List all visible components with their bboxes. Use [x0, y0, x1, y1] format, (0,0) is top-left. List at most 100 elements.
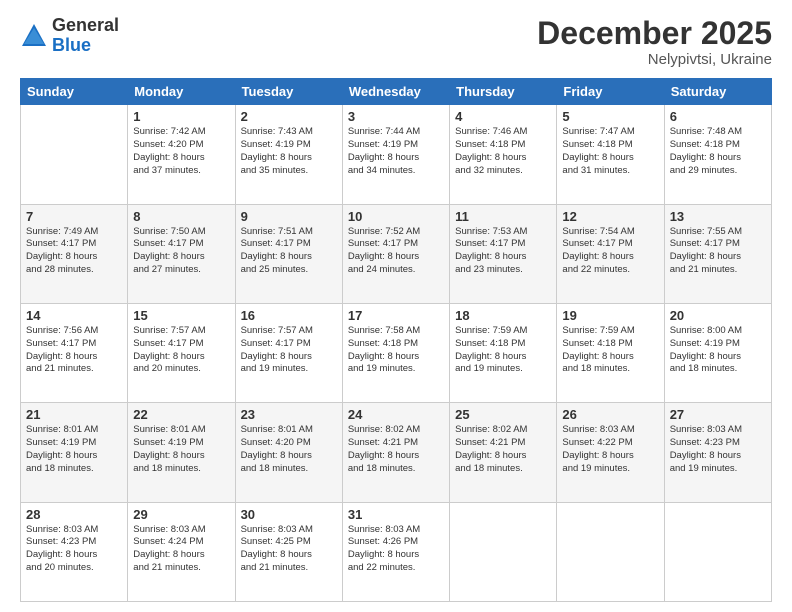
day-number: 3 — [348, 109, 444, 124]
day-info: Sunrise: 8:03 AMSunset: 4:24 PMDaylight:… — [133, 524, 229, 575]
calendar-cell: 13 Sunrise: 7:55 AMSunset: 4:17 PMDayligh… — [664, 204, 771, 303]
calendar-cell: 19Sunrise: 7:59 AMSunset: 4:18 PMDayligh… — [557, 303, 664, 402]
calendar-week-row: 14 Sunrise: 7:56 AMSunset: 4:17 PMDayligh… — [21, 303, 772, 402]
calendar-cell: 30 Sunrise: 8:03 AMSunset: 4:25 PMDayligh… — [235, 502, 342, 601]
logo-text: General Blue — [52, 16, 119, 56]
calendar-cell: 4Sunrise: 7:46 AMSunset: 4:18 PMDaylight… — [450, 105, 557, 204]
calendar-table: SundayMondayTuesdayWednesdayThursdayFrid… — [20, 78, 772, 602]
calendar-cell: 21 Sunrise: 8:01 AMSunset: 4:19 PMDayligh… — [21, 403, 128, 502]
day-info: Sunrise: 7:57 AMSunset: 4:17 PMDaylight:… — [241, 325, 337, 376]
calendar-cell: 16 Sunrise: 7:57 AMSunset: 4:17 PMDayligh… — [235, 303, 342, 402]
logo-icon — [20, 22, 48, 50]
logo-general: General — [52, 16, 119, 36]
day-info: Sunrise: 8:03 AMSunset: 4:25 PMDaylight:… — [241, 524, 337, 575]
day-info: Sunrise: 8:01 AMSunset: 4:19 PMDaylight:… — [133, 424, 229, 475]
day-number: 13 — [670, 209, 766, 224]
day-info: Sunrise: 7:52 AMSunset: 4:17 PMDaylight:… — [348, 226, 444, 277]
day-of-week-header: Saturday — [664, 79, 771, 105]
day-info: Sunrise: 7:57 AMSunset: 4:17 PMDaylight:… — [133, 325, 229, 376]
day-info: Sunrise: 7:43 AMSunset: 4:19 PMDaylight:… — [241, 126, 337, 177]
day-number: 29 — [133, 507, 229, 522]
calendar-cell: 1 Sunrise: 7:42 AMSunset: 4:20 PMDaylight… — [128, 105, 235, 204]
day-info: Sunrise: 8:01 AMSunset: 4:20 PMDaylight:… — [241, 424, 337, 475]
day-of-week-header: Friday — [557, 79, 664, 105]
day-number: 6 — [670, 109, 766, 124]
calendar-cell: 25Sunrise: 8:02 AMSunset: 4:21 PMDayligh… — [450, 403, 557, 502]
logo-blue: Blue — [52, 36, 119, 56]
month-title: December 2025 — [537, 16, 772, 51]
day-number: 11 — [455, 209, 551, 224]
day-of-week-header: Monday — [128, 79, 235, 105]
day-info: Sunrise: 7:54 AMSunset: 4:17 PMDaylight:… — [562, 226, 658, 277]
calendar-cell — [664, 502, 771, 601]
day-number: 24 — [348, 407, 444, 422]
calendar-cell: 27 Sunrise: 8:03 AMSunset: 4:23 PMDayligh… — [664, 403, 771, 502]
calendar-cell: 5 Sunrise: 7:47 AMSunset: 4:18 PMDaylight… — [557, 105, 664, 204]
day-number: 30 — [241, 507, 337, 522]
day-number: 4 — [455, 109, 551, 124]
day-info: Sunrise: 8:02 AMSunset: 4:21 PMDaylight:… — [348, 424, 444, 475]
day-info: Sunrise: 8:03 AMSunset: 4:26 PMDaylight:… — [348, 524, 444, 575]
day-info: Sunrise: 7:50 AMSunset: 4:17 PMDaylight:… — [133, 226, 229, 277]
day-number: 2 — [241, 109, 337, 124]
calendar-cell — [450, 502, 557, 601]
calendar-cell — [557, 502, 664, 601]
calendar-cell: 3Sunrise: 7:44 AMSunset: 4:19 PMDaylight… — [342, 105, 449, 204]
day-info: Sunrise: 7:49 AMSunset: 4:17 PMDaylight:… — [26, 226, 122, 277]
title-section: December 2025 Nelypivtsi, Ukraine — [537, 16, 772, 68]
day-info: Sunrise: 7:58 AMSunset: 4:18 PMDaylight:… — [348, 325, 444, 376]
calendar-cell: 29 Sunrise: 8:03 AMSunset: 4:24 PMDayligh… — [128, 502, 235, 601]
day-number: 31 — [348, 507, 444, 522]
day-number: 8 — [133, 209, 229, 224]
day-number: 21 — [26, 407, 122, 422]
calendar-cell: 22 Sunrise: 8:01 AMSunset: 4:19 PMDayligh… — [128, 403, 235, 502]
day-number: 5 — [562, 109, 658, 124]
day-info: Sunrise: 7:59 AMSunset: 4:18 PMDaylight:… — [455, 325, 551, 376]
day-number: 27 — [670, 407, 766, 422]
day-info: Sunrise: 7:56 AMSunset: 4:17 PMDaylight:… — [26, 325, 122, 376]
calendar-cell: 7 Sunrise: 7:49 AMSunset: 4:17 PMDaylight… — [21, 204, 128, 303]
calendar-cell: 10Sunrise: 7:52 AMSunset: 4:17 PMDayligh… — [342, 204, 449, 303]
day-of-week-header: Wednesday — [342, 79, 449, 105]
day-number: 22 — [133, 407, 229, 422]
calendar-cell: 28Sunrise: 8:03 AMSunset: 4:23 PMDayligh… — [21, 502, 128, 601]
calendar-week-row: 7 Sunrise: 7:49 AMSunset: 4:17 PMDaylight… — [21, 204, 772, 303]
calendar-cell: 11Sunrise: 7:53 AMSunset: 4:17 PMDayligh… — [450, 204, 557, 303]
calendar-cell: 31 Sunrise: 8:03 AMSunset: 4:26 PMDayligh… — [342, 502, 449, 601]
day-info: Sunrise: 7:47 AMSunset: 4:18 PMDaylight:… — [562, 126, 658, 177]
logo: General Blue — [20, 16, 119, 56]
day-info: Sunrise: 7:55 AMSunset: 4:17 PMDaylight:… — [670, 226, 766, 277]
calendar-cell: 18Sunrise: 7:59 AMSunset: 4:18 PMDayligh… — [450, 303, 557, 402]
day-number: 15 — [133, 308, 229, 323]
day-info: Sunrise: 7:51 AMSunset: 4:17 PMDaylight:… — [241, 226, 337, 277]
calendar-cell: 24 Sunrise: 8:02 AMSunset: 4:21 PMDayligh… — [342, 403, 449, 502]
calendar-cell: 17Sunrise: 7:58 AMSunset: 4:18 PMDayligh… — [342, 303, 449, 402]
day-info: Sunrise: 7:48 AMSunset: 4:18 PMDaylight:… — [670, 126, 766, 177]
calendar-cell — [21, 105, 128, 204]
day-info: Sunrise: 7:42 AMSunset: 4:20 PMDaylight:… — [133, 126, 229, 177]
page: General Blue December 2025 Nelypivtsi, U… — [0, 0, 792, 612]
day-number: 9 — [241, 209, 337, 224]
day-number: 16 — [241, 308, 337, 323]
day-info: Sunrise: 8:01 AMSunset: 4:19 PMDaylight:… — [26, 424, 122, 475]
day-info: Sunrise: 7:59 AMSunset: 4:18 PMDaylight:… — [562, 325, 658, 376]
day-number: 26 — [562, 407, 658, 422]
calendar-cell: 9 Sunrise: 7:51 AMSunset: 4:17 PMDaylight… — [235, 204, 342, 303]
calendar-week-row: 21 Sunrise: 8:01 AMSunset: 4:19 PMDayligh… — [21, 403, 772, 502]
day-info: Sunrise: 8:03 AMSunset: 4:23 PMDaylight:… — [670, 424, 766, 475]
day-of-week-header: Tuesday — [235, 79, 342, 105]
day-info: Sunrise: 8:00 AMSunset: 4:19 PMDaylight:… — [670, 325, 766, 376]
day-number: 23 — [241, 407, 337, 422]
day-info: Sunrise: 8:03 AMSunset: 4:23 PMDaylight:… — [26, 524, 122, 575]
day-number: 7 — [26, 209, 122, 224]
calendar-cell: 23 Sunrise: 8:01 AMSunset: 4:20 PMDayligh… — [235, 403, 342, 502]
calendar-header-row: SundayMondayTuesdayWednesdayThursdayFrid… — [21, 79, 772, 105]
calendar-week-row: 1 Sunrise: 7:42 AMSunset: 4:20 PMDaylight… — [21, 105, 772, 204]
calendar-cell: 15 Sunrise: 7:57 AMSunset: 4:17 PMDayligh… — [128, 303, 235, 402]
day-number: 14 — [26, 308, 122, 323]
calendar-cell: 20Sunrise: 8:00 AMSunset: 4:19 PMDayligh… — [664, 303, 771, 402]
calendar-week-row: 28Sunrise: 8:03 AMSunset: 4:23 PMDayligh… — [21, 502, 772, 601]
day-number: 1 — [133, 109, 229, 124]
day-info: Sunrise: 8:03 AMSunset: 4:22 PMDaylight:… — [562, 424, 658, 475]
day-number: 12 — [562, 209, 658, 224]
